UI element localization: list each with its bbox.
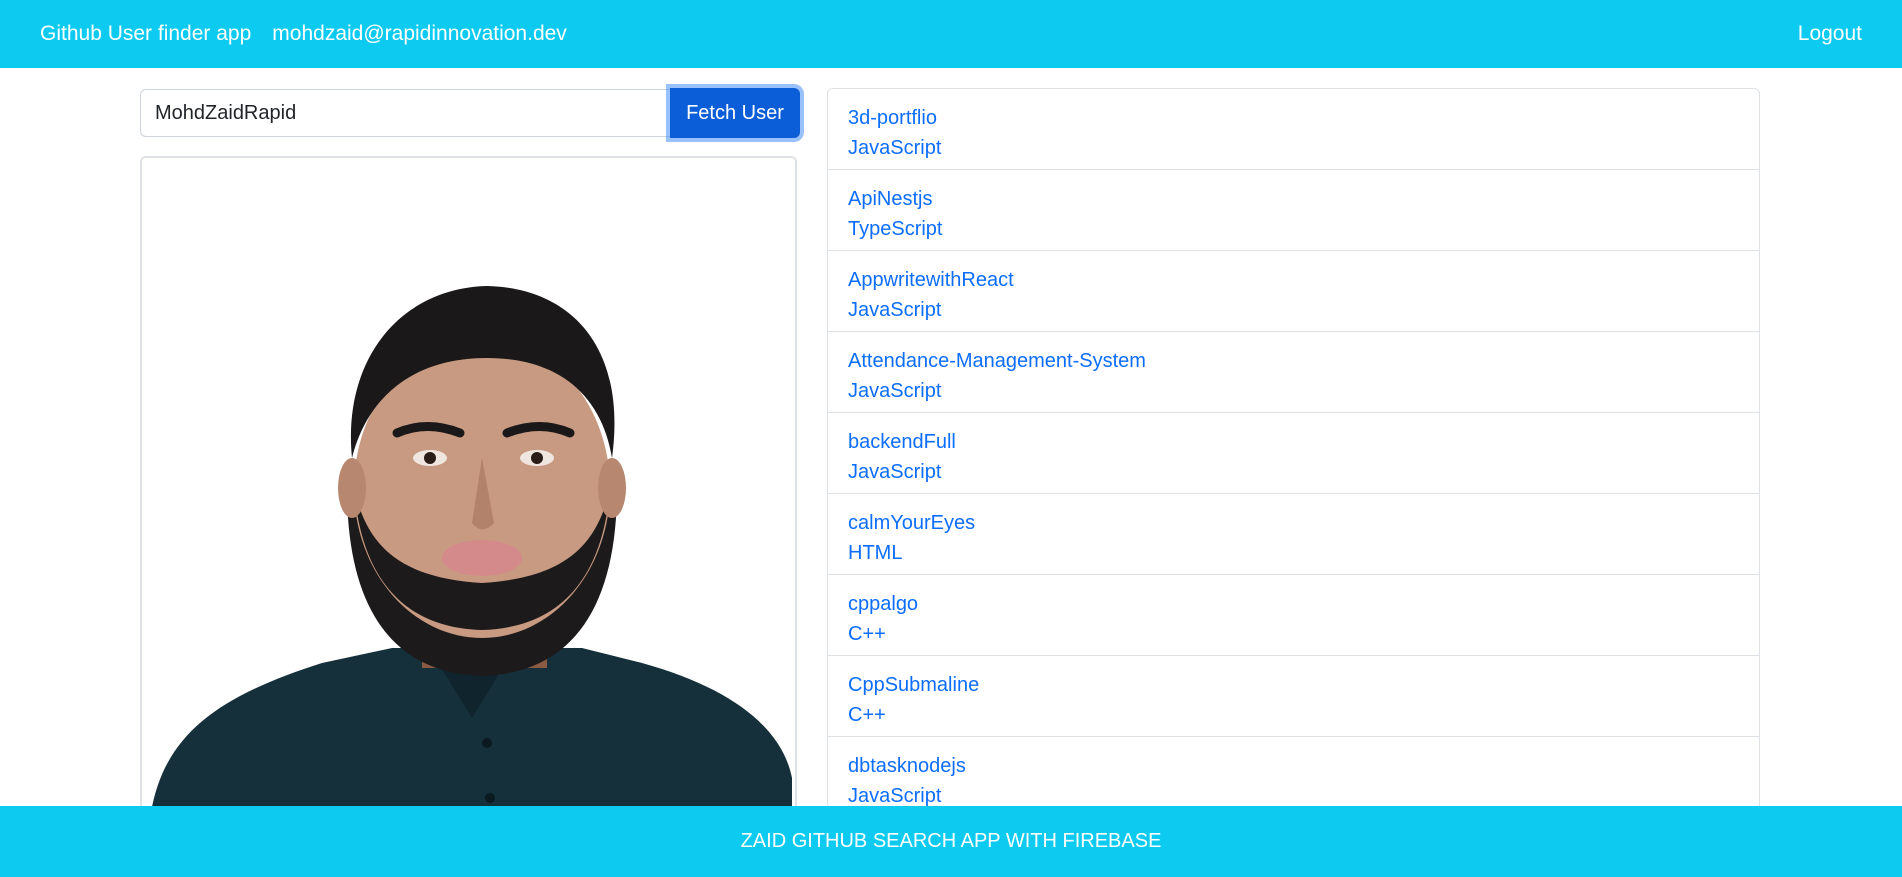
repo-item[interactable]: calmYourEyes HTML xyxy=(828,494,1759,575)
user-avatar-photo xyxy=(142,158,795,814)
repo-name-link[interactable]: cppalgo xyxy=(848,589,1739,619)
repo-name-link[interactable]: AppwritewithReact xyxy=(848,265,1739,295)
username-input[interactable] xyxy=(140,89,670,137)
repo-item[interactable]: CppSubmaline C++ xyxy=(828,656,1759,737)
navbar-brand[interactable]: Github User finder app xyxy=(40,22,251,46)
repo-name-link[interactable]: 3d-portflio xyxy=(848,103,1739,133)
user-email: mohdzaid@rapidinnovation.dev xyxy=(272,22,567,45)
repo-item[interactable]: cppalgo C++ xyxy=(828,575,1759,656)
repo-language[interactable]: JavaScript xyxy=(848,457,1739,487)
repo-name-link[interactable]: dbtasknodejs xyxy=(848,751,1739,781)
top-navbar: Github User finder app mohdzaid@rapidinn… xyxy=(0,0,1902,68)
repo-item[interactable]: AppwritewithReact JavaScript xyxy=(828,251,1759,332)
repo-item[interactable]: 3d-portflio JavaScript xyxy=(828,89,1759,170)
logout-link[interactable]: Logout xyxy=(1798,22,1862,46)
repo-name-link[interactable]: ApiNestjs xyxy=(848,184,1739,214)
search-group: Fetch User xyxy=(140,88,800,138)
repo-item[interactable]: ApiNestjs TypeScript xyxy=(828,170,1759,251)
repo-name-link[interactable]: calmYourEyes xyxy=(848,508,1739,538)
repo-language[interactable]: C++ xyxy=(848,700,1739,730)
repo-language[interactable]: C++ xyxy=(848,619,1739,649)
footer: ZAID GITHUB SEARCH APP WITH FIREBASE xyxy=(0,806,1902,877)
repo-name-link[interactable]: backendFull xyxy=(848,427,1739,457)
repo-language[interactable]: JavaScript xyxy=(848,133,1739,163)
repo-name-link[interactable]: Attendance-Management-System xyxy=(848,346,1739,376)
repo-list: 3d-portflio JavaScript ApiNestjs TypeScr… xyxy=(827,88,1760,819)
repo-item[interactable]: Attendance-Management-System JavaScript xyxy=(828,332,1759,413)
repo-item[interactable]: backendFull JavaScript xyxy=(828,413,1759,494)
profile-card xyxy=(140,156,797,816)
repo-language[interactable]: TypeScript xyxy=(848,214,1739,244)
repo-language[interactable]: JavaScript xyxy=(848,376,1739,406)
footer-text: ZAID GITHUB SEARCH APP WITH FIREBASE xyxy=(740,830,1162,852)
fetch-user-button[interactable]: Fetch User xyxy=(670,88,800,138)
repo-language[interactable]: HTML xyxy=(848,538,1739,568)
repo-language[interactable]: JavaScript xyxy=(848,295,1739,325)
repo-name-link[interactable]: CppSubmaline xyxy=(848,670,1739,700)
